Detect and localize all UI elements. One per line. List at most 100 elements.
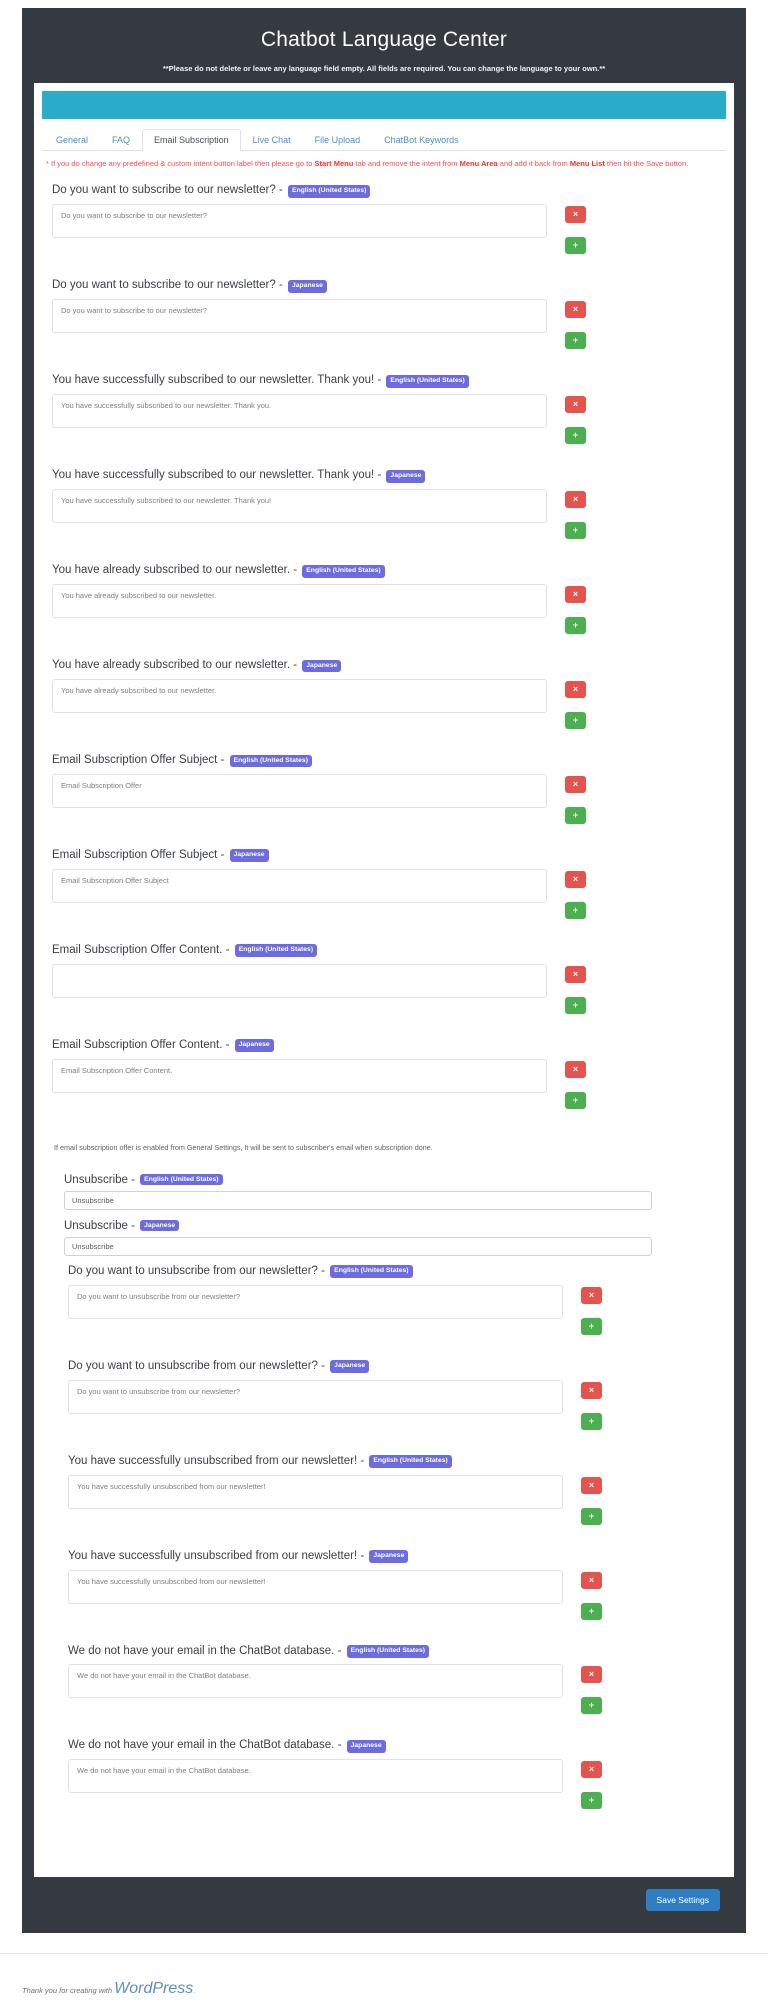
field-label: Do you want to subscribe to our newslett… (46, 270, 722, 299)
field-label-text: Email Subscription Offer Content. (52, 1039, 222, 1051)
remove-field-button[interactable]: × (565, 491, 586, 508)
message-textarea[interactable] (52, 679, 547, 713)
field-block: You have successfully unsubscribed from … (54, 1541, 722, 1636)
tab-file-upload[interactable]: File Upload (303, 129, 373, 151)
tab-label: File Upload (315, 135, 361, 145)
add-field-button[interactable]: + (565, 807, 586, 824)
remove-field-button[interactable]: × (581, 1666, 602, 1683)
remove-field-button[interactable]: × (581, 1287, 602, 1304)
add-field-button[interactable]: + (581, 1508, 602, 1525)
tab-faq[interactable]: FAQ (100, 129, 142, 151)
field-row: ×+ (46, 869, 722, 919)
tab-label: General (56, 135, 88, 145)
message-textarea[interactable] (52, 774, 547, 808)
remove-field-button[interactable]: × (581, 1572, 602, 1589)
teal-header-bar (42, 91, 726, 119)
message-textarea[interactable] (52, 299, 547, 333)
field-spacer (46, 444, 722, 460)
dark-panel: Chatbot Language Center **Please do not … (22, 8, 746, 1933)
message-textarea[interactable] (68, 1759, 563, 1793)
field-label: Email Subscription Offer Content. - Japa… (46, 1030, 722, 1059)
tab-chatbot-keywords[interactable]: ChatBot Keywords (372, 129, 471, 151)
remove-field-button[interactable]: × (581, 1761, 602, 1778)
remove-field-button[interactable]: × (565, 871, 586, 888)
message-textarea[interactable] (52, 869, 547, 903)
message-textarea[interactable] (52, 489, 547, 523)
field-block: Do you want to subscribe to our newslett… (46, 175, 722, 270)
remove-field-button[interactable]: × (565, 206, 586, 223)
unsubscribe-input-group: Unsubscribe - English (United States)Uns… (46, 1164, 722, 1256)
save-bar: Save Settings (34, 1877, 734, 1933)
tab-general[interactable]: General (44, 129, 100, 151)
field-label-text: Do you want to subscribe to our newslett… (52, 279, 276, 291)
add-field-button[interactable]: + (565, 237, 586, 254)
textarea-field-group-bottom: Do you want to unsubscribe from our news… (54, 1256, 722, 1826)
add-field-button[interactable]: + (565, 332, 586, 349)
remove-field-button[interactable]: × (581, 1382, 602, 1399)
remove-field-button[interactable]: × (565, 966, 586, 983)
language-badge: English (United States) (386, 375, 468, 388)
field-block: You have successfully subscribed to our … (46, 460, 722, 555)
message-textarea[interactable] (52, 964, 547, 998)
field-label-text: You have already subscribed to our newsl… (52, 659, 290, 671)
language-badge: English (United States) (235, 944, 317, 957)
remove-field-button[interactable]: × (565, 301, 586, 318)
row-action-buttons: ×+ (565, 1059, 586, 1109)
add-field-button[interactable]: + (565, 522, 586, 539)
unsubscribe-input[interactable] (64, 1237, 652, 1256)
message-textarea[interactable] (68, 1285, 563, 1319)
tab-live-chat[interactable]: Live Chat (241, 129, 303, 151)
field-spacer (54, 1430, 722, 1446)
form-body: Do you want to subscribe to our newslett… (42, 173, 726, 1877)
add-field-button[interactable]: + (565, 902, 586, 919)
message-textarea[interactable] (68, 1380, 563, 1414)
field-block: Do you want to subscribe to our newslett… (46, 270, 722, 365)
tab-email-subscription[interactable]: Email Subscription (142, 129, 241, 151)
row-action-buttons: ×+ (581, 1475, 602, 1525)
add-field-button[interactable]: + (565, 712, 586, 729)
add-field-button[interactable]: + (581, 1318, 602, 1335)
remove-field-button[interactable]: × (565, 396, 586, 413)
row-action-buttons: ×+ (565, 679, 586, 729)
add-field-button[interactable]: + (565, 617, 586, 634)
warning-part-2: tab and remove the intent from (353, 159, 459, 168)
save-settings-button[interactable]: Save Settings (646, 1889, 720, 1911)
add-field-button[interactable]: + (581, 1792, 602, 1809)
language-badge: English (United States) (288, 185, 370, 198)
message-textarea[interactable] (52, 204, 547, 238)
field-spacer (54, 1809, 722, 1825)
remove-field-button[interactable]: × (565, 586, 586, 603)
field-label: You have already subscribed to our newsl… (46, 555, 722, 584)
unsubscribe-input[interactable] (64, 1191, 652, 1210)
field-label: Do you want to subscribe to our newslett… (46, 175, 722, 204)
field-block: Email Subscription Offer Content. - Engl… (46, 935, 722, 1030)
field-label-text: You have successfully subscribed to our … (52, 374, 374, 386)
field-spacer (46, 1014, 722, 1030)
message-textarea[interactable] (68, 1664, 563, 1698)
remove-field-button[interactable]: × (581, 1477, 602, 1494)
warning-part-4: then hit the Save button. (605, 159, 688, 168)
field-label-text: Email Subscription Offer Content. (52, 944, 222, 956)
add-field-button[interactable]: + (565, 1092, 586, 1109)
add-field-button[interactable]: + (565, 997, 586, 1014)
field-block: Do you want to unsubscribe from our news… (54, 1351, 722, 1446)
add-field-button[interactable]: + (581, 1413, 602, 1430)
field-block: We do not have your email in the ChatBot… (54, 1636, 722, 1731)
add-field-button[interactable]: + (581, 1603, 602, 1620)
language-badge: Japanese (235, 1039, 274, 1052)
remove-field-button[interactable]: × (565, 1061, 586, 1078)
message-textarea[interactable] (68, 1570, 563, 1604)
message-textarea[interactable] (52, 394, 547, 428)
message-textarea[interactable] (68, 1475, 563, 1509)
message-textarea[interactable] (52, 584, 547, 618)
add-field-button[interactable]: + (565, 427, 586, 444)
remove-field-button[interactable]: × (565, 776, 586, 793)
message-textarea[interactable] (52, 1059, 547, 1093)
remove-field-button[interactable]: × (565, 681, 586, 698)
tab-label: Live Chat (253, 135, 291, 145)
field-label: You have successfully subscribed to our … (46, 460, 722, 489)
add-field-button[interactable]: + (581, 1697, 602, 1714)
field-block: You have successfully unsubscribed from … (54, 1446, 722, 1541)
wordpress-link[interactable]: WordPress (114, 1980, 193, 1997)
page-wrapper: Chatbot Language Center **Please do not … (0, 0, 768, 1933)
